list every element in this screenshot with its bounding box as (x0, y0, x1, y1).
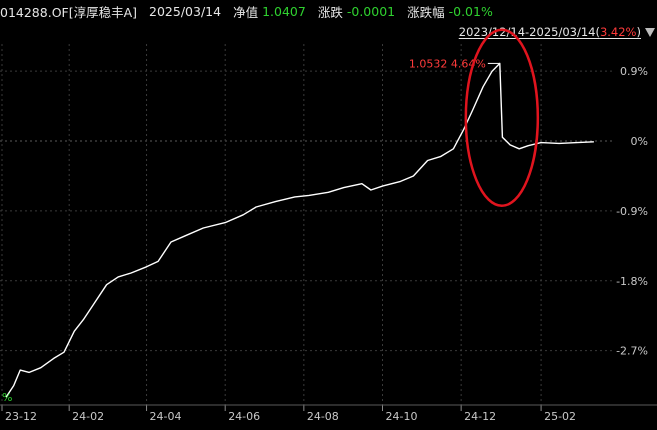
x-tick-label: 25-02 (544, 410, 576, 423)
y-tick-label: -1.8% (616, 275, 648, 288)
y-tick-label: -0.9% (616, 205, 648, 218)
x-axis-ticks: 23-12 24-02 24-04 24-06 24-08 24-10 24-12 25-02 (0, 404, 657, 423)
annotation-layer: 1.0532 4.64%% (2, 28, 540, 404)
x-tick-label: 24-08 (307, 410, 339, 423)
y-tick-label: 0% (631, 135, 648, 148)
nav-series-line (5, 62, 594, 398)
start-pct-label: % (2, 391, 12, 404)
series-line-layer (5, 62, 594, 398)
x-tick-label: 24-06 (228, 410, 260, 423)
x-tick-label: 23-12 (5, 410, 37, 423)
y-tick-label: -2.7% (616, 345, 648, 358)
x-tick-label: 24-02 (72, 410, 104, 423)
x-tick-label: 24-10 (385, 410, 417, 423)
x-tick-label: 24-12 (464, 410, 496, 423)
y-tick-label: 0.9% (620, 65, 648, 78)
grid-lines (0, 44, 612, 405)
y-axis-ticks: 0.9% 0% -0.9% -1.8% -2.7% (616, 65, 648, 357)
x-tick-label: 24-04 (150, 410, 182, 423)
nav-line-chart: 1.0532 4.64%% 0.9% 0% -0.9% -1.8% -2.7% 23-1… (0, 28, 657, 423)
